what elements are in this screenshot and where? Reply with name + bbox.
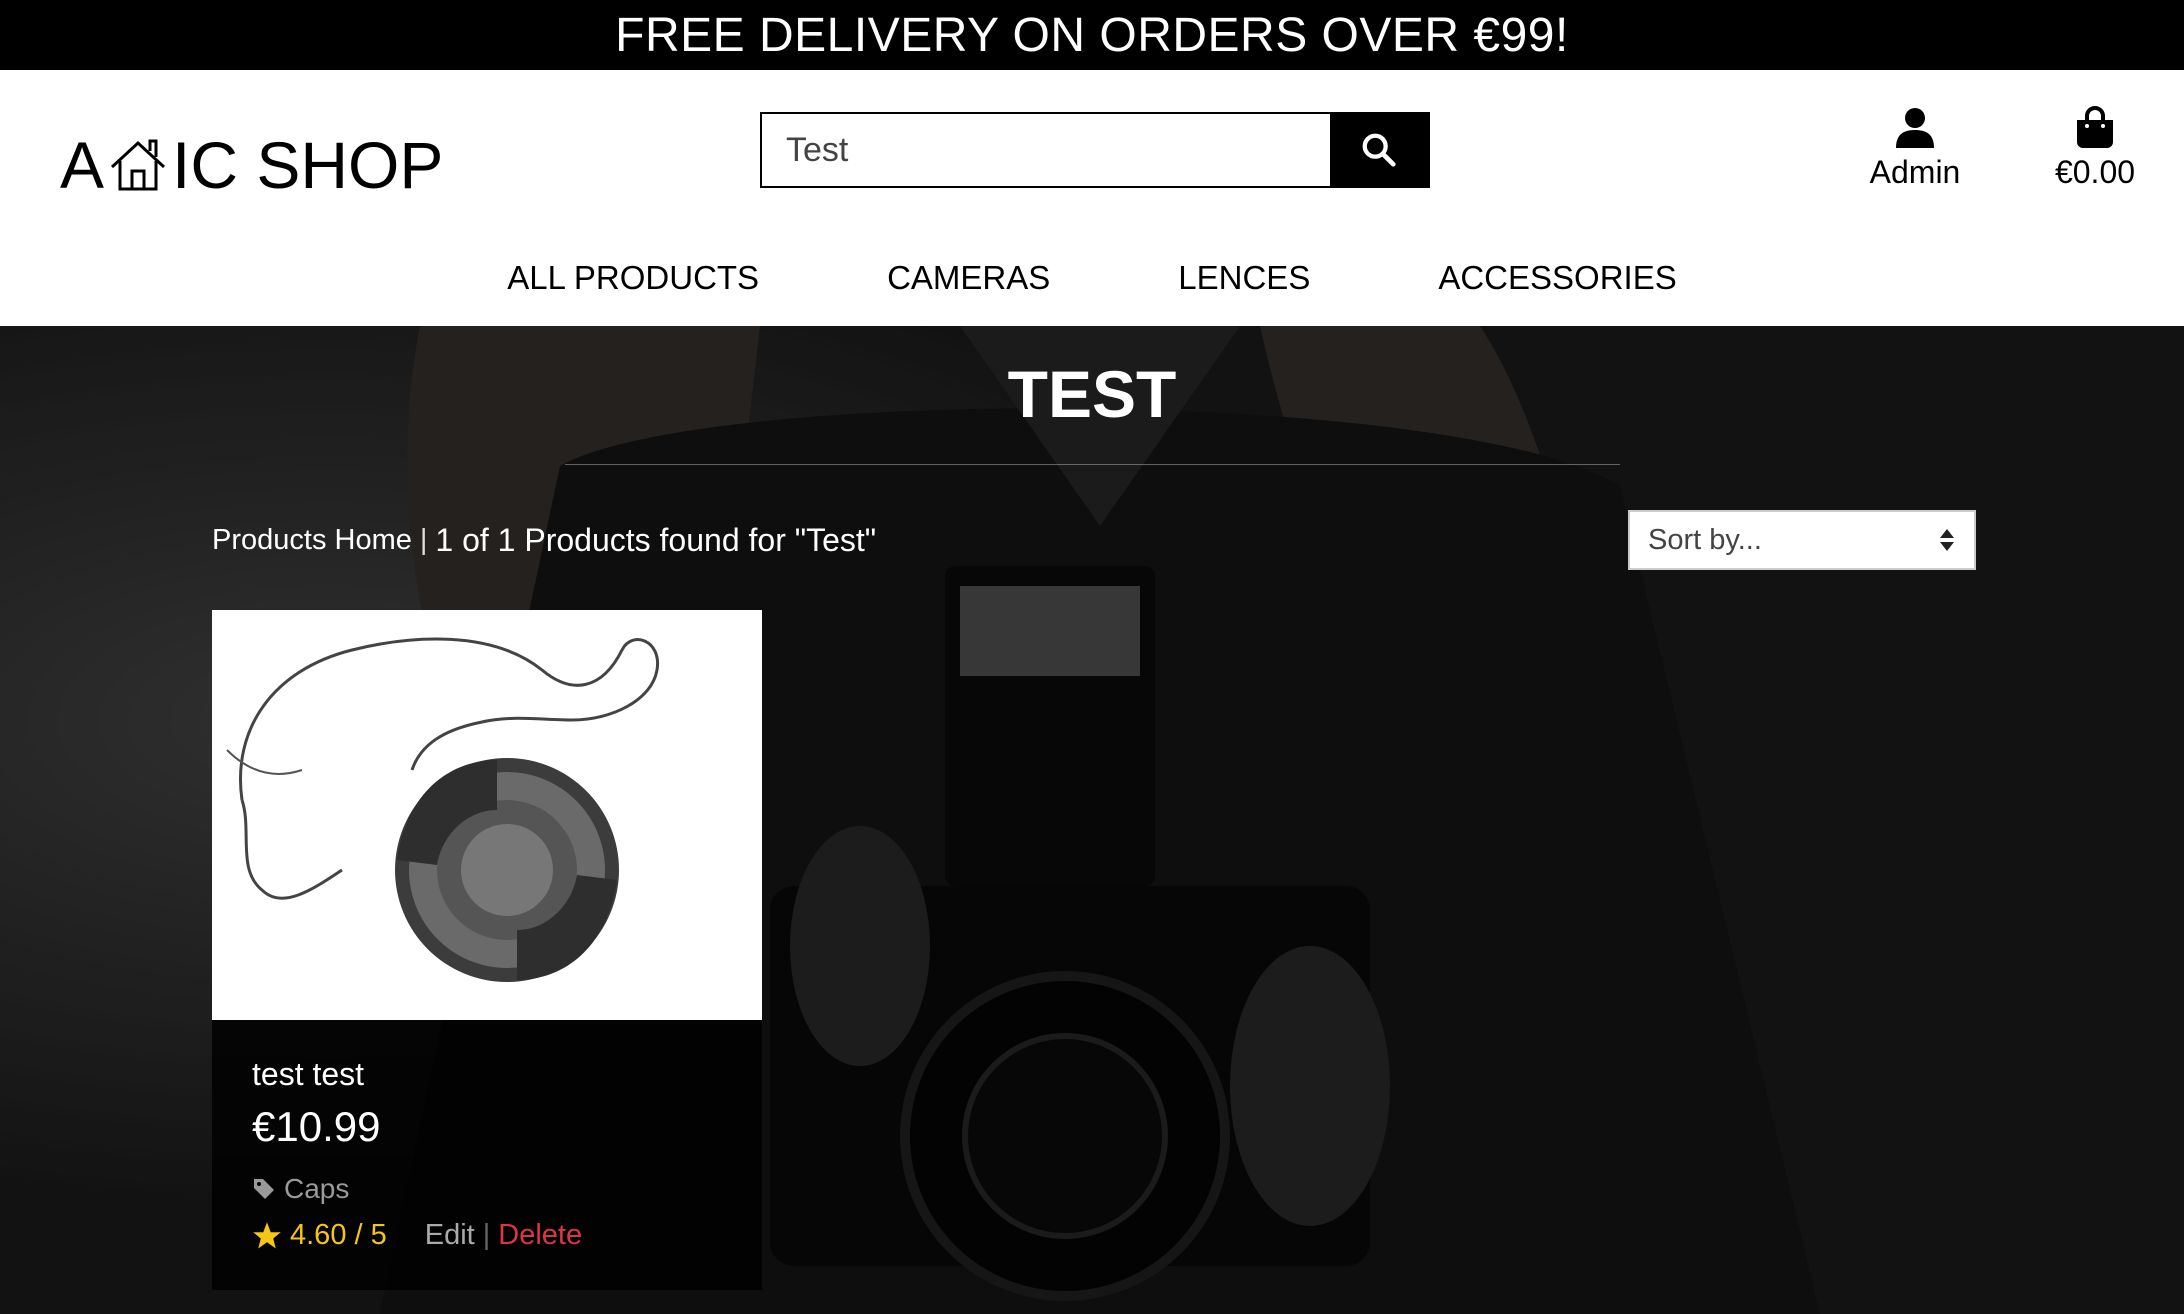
nav-all-products[interactable]: ALL PRODUCTS bbox=[443, 248, 823, 308]
house-logo-icon bbox=[106, 133, 170, 197]
nav-cameras[interactable]: CAMERAS bbox=[823, 248, 1114, 308]
results-count: 1 of 1 Products found for "Test" bbox=[435, 522, 877, 558]
page-title: TEST bbox=[1007, 357, 1177, 431]
products-home-link[interactable]: Products Home bbox=[212, 524, 412, 557]
user-icon bbox=[1896, 108, 1934, 148]
logo-suffix: IC SHOP bbox=[172, 128, 444, 202]
logo-prefix: A bbox=[60, 128, 105, 202]
product-category[interactable]: Caps bbox=[252, 1173, 722, 1205]
account-label: Admin bbox=[1869, 154, 1961, 190]
bag-total: €0.00 bbox=[2054, 154, 2136, 190]
shopping-bag-icon bbox=[2077, 106, 2113, 148]
delivery-banner: FREE DELIVERY ON ORDERS OVER €99! bbox=[0, 0, 2184, 70]
nav-lences[interactable]: LENCES bbox=[1114, 248, 1374, 308]
category-label: Caps bbox=[284, 1173, 350, 1204]
sort-select[interactable]: Sort by... bbox=[1628, 510, 1976, 570]
product-image[interactable] bbox=[212, 610, 762, 1020]
product-rating: 4.60 / 5 bbox=[252, 1219, 387, 1252]
sort-arrows-icon bbox=[1940, 529, 1954, 551]
star-icon bbox=[253, 1221, 281, 1248]
delete-link[interactable]: Delete bbox=[498, 1219, 582, 1252]
search-input[interactable] bbox=[762, 114, 1330, 186]
magnifier-icon bbox=[1362, 133, 1396, 167]
site-header: A IC SHOP Admin bbox=[0, 70, 2184, 326]
nav-accessories[interactable]: ACCESSORIES bbox=[1374, 248, 1740, 308]
search-form bbox=[760, 112, 1430, 188]
rating-value: 4.60 / 5 bbox=[290, 1219, 387, 1251]
product-name[interactable]: test test bbox=[252, 1056, 722, 1093]
product-meta: 4.60 / 5 Edit | Delete bbox=[252, 1219, 722, 1252]
product-price: €10.99 bbox=[252, 1103, 381, 1150]
edit-link[interactable]: Edit bbox=[425, 1219, 475, 1252]
breadcrumb: Products Home | 1 of 1 Products found fo… bbox=[212, 522, 876, 559]
main-nav: ALL PRODUCTS CAMERAS LENCES ACCESSORIES bbox=[0, 248, 2184, 308]
page-content: TEST Products Home | 1 of 1 Products fou… bbox=[0, 326, 2184, 1314]
product-card: test test €10.99 Caps 4.60 / 5 Edit | De… bbox=[212, 610, 762, 1290]
banner-text: FREE DELIVERY ON ORDERS OVER €99! bbox=[615, 8, 1569, 62]
product-details: test test €10.99 Caps 4.60 / 5 Edit | De… bbox=[212, 1020, 762, 1290]
site-logo[interactable]: A IC SHOP bbox=[60, 115, 443, 215]
account-link[interactable]: Admin bbox=[1860, 106, 1970, 191]
breadcrumb-separator: | bbox=[419, 524, 428, 556]
title-divider bbox=[565, 464, 1620, 465]
sort-selected-value: Sort by... bbox=[1648, 523, 1762, 556]
tag-icon bbox=[254, 1179, 274, 1199]
lens-cap-image bbox=[212, 610, 762, 1020]
shopping-bag-link[interactable]: €0.00 bbox=[2040, 106, 2150, 191]
search-button[interactable] bbox=[1330, 114, 1428, 186]
action-separator: | bbox=[482, 1219, 491, 1251]
